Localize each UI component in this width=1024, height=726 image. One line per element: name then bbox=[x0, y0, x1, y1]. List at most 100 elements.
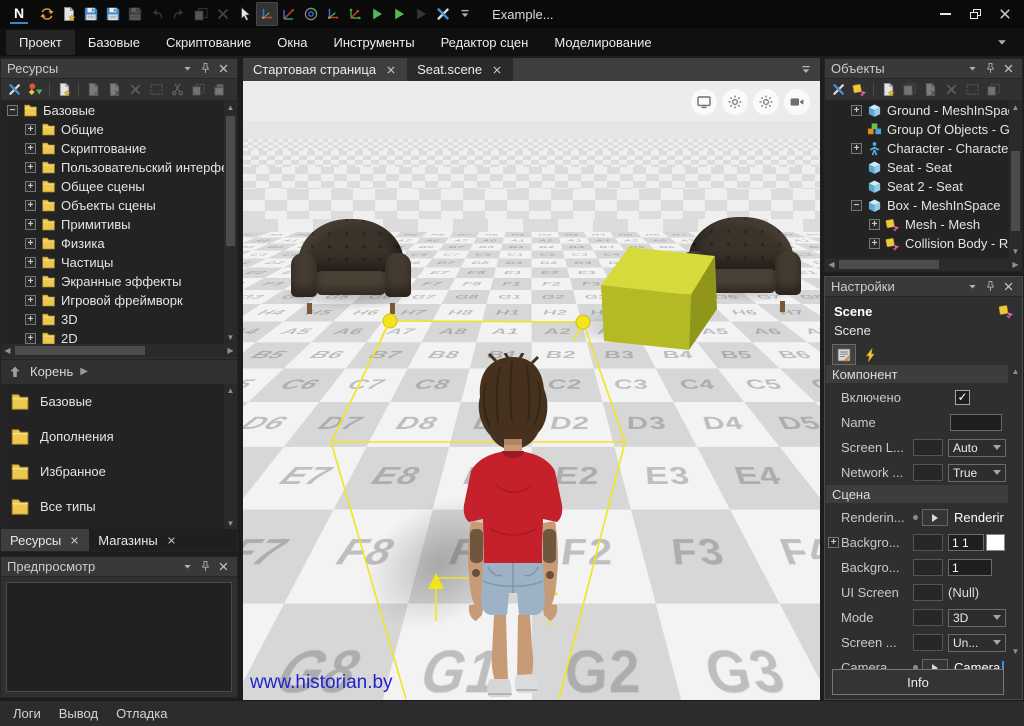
statusbar-tab-Отладка[interactable]: Отладка bbox=[116, 706, 167, 721]
expander-icon[interactable]: + bbox=[25, 295, 36, 306]
panel-delete-button[interactable] bbox=[941, 80, 961, 99]
viewport-sun-button[interactable] bbox=[722, 89, 748, 115]
panel-file-x-button[interactable] bbox=[920, 80, 940, 99]
dropdown[interactable]: 3D bbox=[948, 609, 1006, 627]
expander-icon[interactable]: + bbox=[25, 276, 36, 287]
properties-tab-button[interactable] bbox=[832, 344, 856, 365]
panel-menu-button[interactable] bbox=[179, 61, 195, 77]
cursor-button[interactable] bbox=[234, 2, 256, 26]
color-swatch[interactable] bbox=[986, 534, 1005, 551]
menu-item-Проект[interactable]: Проект bbox=[6, 30, 75, 55]
expander-icon[interactable]: + bbox=[25, 333, 36, 344]
folder-item[interactable]: Дополнения bbox=[1, 419, 224, 454]
dropdown[interactable]: Un... bbox=[948, 634, 1006, 652]
panel-component-button[interactable] bbox=[849, 80, 869, 99]
expander-icon[interactable]: + bbox=[25, 200, 36, 211]
close-panel-button[interactable] bbox=[1000, 61, 1016, 77]
rotate-button[interactable] bbox=[300, 2, 322, 26]
scene-viewport[interactable]: H4H5H6H7H8H1H2H3H4H5H6H7H8H1H2H3H4H5H6H7… bbox=[243, 81, 820, 700]
folder-list-scrollbar[interactable]: ▲▼ bbox=[224, 384, 237, 530]
tree-item[interactable]: +Примитивы bbox=[1, 215, 237, 234]
sync-button[interactable] bbox=[36, 2, 58, 26]
expander-icon[interactable]: + bbox=[25, 238, 36, 249]
object-tree-item[interactable]: Seat - Seat bbox=[825, 158, 1022, 177]
settings-panel-header[interactable]: Настройки bbox=[825, 277, 1022, 297]
objects-panel-header[interactable]: Объекты bbox=[825, 59, 1022, 79]
play-button[interactable] bbox=[366, 2, 388, 26]
viewport-monitor-button[interactable] bbox=[691, 89, 717, 115]
tree-item[interactable]: +Частицы bbox=[1, 253, 237, 272]
move-free-button[interactable] bbox=[278, 2, 300, 26]
expander-icon[interactable]: + bbox=[25, 181, 36, 192]
expander-icon[interactable]: + bbox=[851, 143, 862, 154]
translate-button[interactable] bbox=[322, 2, 344, 26]
panel-tools-button[interactable] bbox=[828, 80, 848, 99]
reference-button[interactable] bbox=[922, 509, 948, 526]
folder-item[interactable]: Базовые bbox=[1, 384, 224, 419]
resources-tree-hscrollbar[interactable]: ◀▶ bbox=[1, 344, 237, 357]
undo-button[interactable] bbox=[146, 2, 168, 26]
restore-button[interactable] bbox=[960, 2, 990, 26]
close-panel-button[interactable] bbox=[215, 559, 231, 575]
tree-item[interactable]: +Игровой фреймворк bbox=[1, 291, 237, 310]
tree-item[interactable]: +Физика bbox=[1, 234, 237, 253]
close-panel-button[interactable] bbox=[1000, 279, 1016, 295]
tree-item[interactable]: +Пользовательский интерфейс bbox=[1, 158, 237, 177]
panel-copy-button[interactable] bbox=[188, 80, 208, 99]
info-button[interactable]: Info bbox=[832, 669, 1004, 695]
redo-button[interactable] bbox=[168, 2, 190, 26]
object-tree-item[interactable]: +Mesh - Mesh bbox=[825, 215, 1022, 234]
tree-item[interactable]: +3D bbox=[1, 310, 237, 329]
panel-menu-button[interactable] bbox=[964, 61, 980, 77]
panel-frame-button[interactable] bbox=[146, 80, 166, 99]
settings-scroll-down[interactable]: ▼ bbox=[1009, 645, 1022, 658]
object-tree-item[interactable]: −Box - MeshInSpace bbox=[825, 196, 1022, 215]
object-tree-item[interactable]: +Collision Body - Rigid bbox=[825, 234, 1022, 253]
color-value-field[interactable]: 1 1 bbox=[948, 534, 984, 551]
expander-icon[interactable]: + bbox=[25, 257, 36, 268]
dropdown[interactable]: True bbox=[948, 464, 1006, 482]
panel-types-button[interactable] bbox=[25, 80, 45, 99]
save-button[interactable] bbox=[80, 2, 102, 26]
panel-file-x-button[interactable] bbox=[104, 80, 124, 99]
expander-icon[interactable]: − bbox=[851, 200, 862, 211]
delete-button[interactable] bbox=[212, 2, 234, 26]
objects-tree-vscrollbar[interactable]: ▲ ▼ bbox=[1009, 101, 1022, 258]
tree-item[interactable]: +Скриптование bbox=[1, 139, 237, 158]
object-tree-item[interactable]: +Character - Character bbox=[825, 139, 1022, 158]
menu-item-Базовые[interactable]: Базовые bbox=[75, 30, 153, 55]
menu-item-Моделирование[interactable]: Моделирование bbox=[541, 30, 664, 55]
tools-button[interactable] bbox=[432, 2, 454, 26]
tab-Ресурсы[interactable]: Ресурсы bbox=[1, 529, 89, 551]
checkbox[interactable]: ✓ bbox=[955, 390, 970, 405]
new-file-button[interactable] bbox=[58, 2, 80, 26]
expander-icon[interactable]: + bbox=[25, 314, 36, 325]
tab-Магазины[interactable]: Магазины bbox=[89, 529, 186, 551]
expander-icon[interactable]: + bbox=[851, 105, 862, 116]
expander-icon[interactable]: + bbox=[25, 124, 36, 135]
panel-paste-button[interactable] bbox=[209, 80, 229, 99]
panel-frame-button[interactable] bbox=[962, 80, 982, 99]
close-button[interactable] bbox=[990, 2, 1020, 26]
pin-button[interactable] bbox=[982, 279, 998, 295]
save-all-button[interactable] bbox=[124, 2, 146, 26]
object-tree-item[interactable]: Seat 2 - Seat bbox=[825, 177, 1022, 196]
object-tree-item[interactable]: +Ground - MeshInSpace bbox=[825, 101, 1022, 120]
panel-stack-button[interactable] bbox=[899, 80, 919, 99]
expander-icon[interactable]: + bbox=[869, 219, 880, 230]
breadcrumb-root[interactable]: Корень bbox=[30, 364, 73, 379]
panel-cut-button[interactable] bbox=[167, 80, 187, 99]
tree-item[interactable]: +Экранные эффекты bbox=[1, 272, 237, 291]
expander-icon[interactable]: + bbox=[828, 537, 839, 548]
object-tree-item[interactable]: Group Of Objects - Grou bbox=[825, 120, 1022, 139]
viewport-camera-button[interactable] bbox=[784, 89, 810, 115]
save-as-button[interactable] bbox=[102, 2, 124, 26]
move-button[interactable] bbox=[256, 2, 278, 26]
expander-icon[interactable]: + bbox=[25, 162, 36, 173]
copy-button[interactable] bbox=[190, 2, 212, 26]
tree-item[interactable]: +Объекты сцены bbox=[1, 196, 237, 215]
folder-item[interactable]: Избранное bbox=[1, 454, 224, 489]
expander-icon[interactable]: + bbox=[869, 238, 880, 249]
menu-item-Окна[interactable]: Окна bbox=[264, 30, 320, 55]
tabstrip-overflow-icon[interactable] bbox=[798, 62, 814, 78]
